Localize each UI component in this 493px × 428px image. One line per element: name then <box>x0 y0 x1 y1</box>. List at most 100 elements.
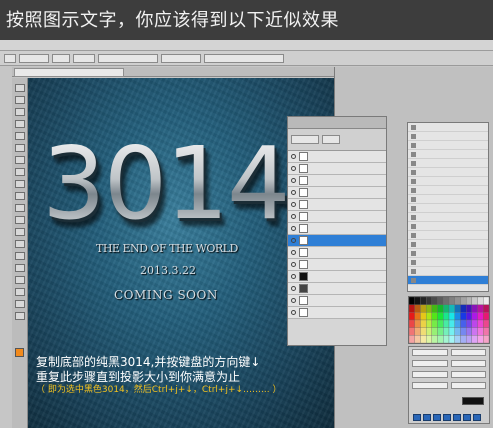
text-color-swatch[interactable] <box>462 397 484 405</box>
history-row[interactable] <box>408 249 488 258</box>
swatch-cell[interactable] <box>471 335 478 343</box>
swatch-cell[interactable] <box>471 304 478 313</box>
swatch-cell[interactable] <box>465 319 473 328</box>
swatch-cell[interactable] <box>443 304 450 313</box>
swatch-cell[interactable] <box>409 297 415 305</box>
swatch-cell[interactable] <box>483 319 489 328</box>
swatch-cell[interactable] <box>471 327 478 336</box>
eye-icon[interactable] <box>291 238 296 243</box>
swatch-cell[interactable] <box>420 335 427 343</box>
swatch-cell[interactable] <box>483 335 489 343</box>
layer-row[interactable] <box>288 295 386 307</box>
swatch-cell[interactable] <box>425 312 433 321</box>
faux-italic-icon[interactable] <box>423 414 431 421</box>
layer-row-selected[interactable] <box>288 235 386 247</box>
blend-mode-select[interactable] <box>291 135 319 144</box>
swatch-cell[interactable] <box>477 335 484 343</box>
marquee-tool-icon[interactable] <box>15 96 25 104</box>
eye-icon[interactable] <box>291 154 296 159</box>
swatch-cell[interactable] <box>437 312 444 321</box>
brush-tool-icon[interactable] <box>15 168 25 176</box>
swatch-cell[interactable] <box>414 319 421 328</box>
layer-row[interactable] <box>288 283 386 295</box>
swatch-cell[interactable] <box>465 312 473 321</box>
swatch-cell[interactable] <box>460 304 467 313</box>
swatch-cell[interactable] <box>460 319 467 328</box>
eye-icon[interactable] <box>291 274 296 279</box>
path-selection-tool-icon[interactable] <box>15 276 25 284</box>
swatch-cell[interactable] <box>420 304 427 313</box>
swatch-cell[interactable] <box>443 319 450 328</box>
swatch-cell[interactable] <box>443 327 450 336</box>
blur-tool-icon[interactable] <box>15 228 25 236</box>
swatch-cell[interactable] <box>465 297 473 305</box>
swatch-cell[interactable] <box>454 304 461 313</box>
history-row[interactable] <box>408 132 488 141</box>
swatch-cell[interactable] <box>409 327 415 336</box>
swatch-cell[interactable] <box>454 312 461 321</box>
swatch-cell[interactable] <box>448 319 455 328</box>
history-row[interactable] <box>408 159 488 168</box>
history-row[interactable] <box>408 231 488 240</box>
swatch-cell[interactable] <box>448 335 455 343</box>
eye-icon[interactable] <box>291 226 296 231</box>
swatch-cell[interactable] <box>477 304 484 313</box>
swatch-cell[interactable] <box>425 297 433 305</box>
crop-tool-icon[interactable] <box>15 132 25 140</box>
swatch-cell[interactable] <box>454 335 461 343</box>
swatch-cell[interactable] <box>431 304 438 313</box>
option-field[interactable] <box>52 53 70 63</box>
horizontal-scale-field[interactable] <box>450 382 486 389</box>
swatch-cell[interactable] <box>431 335 438 343</box>
swatch-cell[interactable] <box>414 304 421 313</box>
underline-icon[interactable] <box>473 414 481 421</box>
zoom-tool-icon[interactable] <box>15 312 25 320</box>
magic-wand-tool-icon[interactable] <box>15 120 25 128</box>
dodge-tool-icon[interactable] <box>15 240 25 248</box>
layer-row[interactable] <box>288 163 386 175</box>
option-field[interactable] <box>161 53 201 63</box>
leading-field[interactable] <box>450 360 486 367</box>
history-row-selected[interactable] <box>408 276 488 285</box>
layer-row[interactable] <box>288 187 386 199</box>
swatch-cell[interactable] <box>448 304 455 313</box>
swatch-cell[interactable] <box>420 312 427 321</box>
history-row[interactable] <box>408 168 488 177</box>
swatch-cell[interactable] <box>443 335 450 343</box>
eye-icon[interactable] <box>291 298 296 303</box>
swatch-cell[interactable] <box>425 304 433 313</box>
eye-icon[interactable] <box>291 202 296 207</box>
swatch-cell[interactable] <box>448 312 455 321</box>
option-field[interactable] <box>19 53 49 63</box>
swatch-cell[interactable] <box>460 327 467 336</box>
font-family-select[interactable] <box>412 349 448 356</box>
layer-row[interactable] <box>288 223 386 235</box>
opacity-field[interactable] <box>322 135 340 144</box>
swatch-cell[interactable] <box>471 297 478 305</box>
swatch-cell[interactable] <box>477 312 484 321</box>
foreground-color-swatch[interactable] <box>15 348 24 357</box>
tool-preset-picker[interactable] <box>4 53 16 63</box>
swatch-cell[interactable] <box>425 327 433 336</box>
history-row[interactable] <box>408 177 488 186</box>
swatch-cell[interactable] <box>420 327 427 336</box>
eye-icon[interactable] <box>291 190 296 195</box>
swatch-cell[interactable] <box>454 327 461 336</box>
shape-tool-icon[interactable] <box>15 288 25 296</box>
option-field[interactable] <box>98 53 158 63</box>
swatch-cell[interactable] <box>483 297 489 305</box>
swatch-cell[interactable] <box>409 335 415 343</box>
history-row[interactable] <box>408 258 488 267</box>
small-caps-icon[interactable] <box>443 414 451 421</box>
move-tool-icon[interactable] <box>15 84 25 92</box>
vertical-scale-field[interactable] <box>412 382 448 389</box>
swatch-cell[interactable] <box>465 327 473 336</box>
swatch-cell[interactable] <box>454 319 461 328</box>
swatch-cell[interactable] <box>483 327 489 336</box>
swatch-cell[interactable] <box>460 335 467 343</box>
layer-row[interactable] <box>288 211 386 223</box>
swatch-cell[interactable] <box>483 312 489 321</box>
swatch-cell[interactable] <box>448 297 455 305</box>
healing-brush-tool-icon[interactable] <box>15 156 25 164</box>
layer-row[interactable] <box>288 175 386 187</box>
